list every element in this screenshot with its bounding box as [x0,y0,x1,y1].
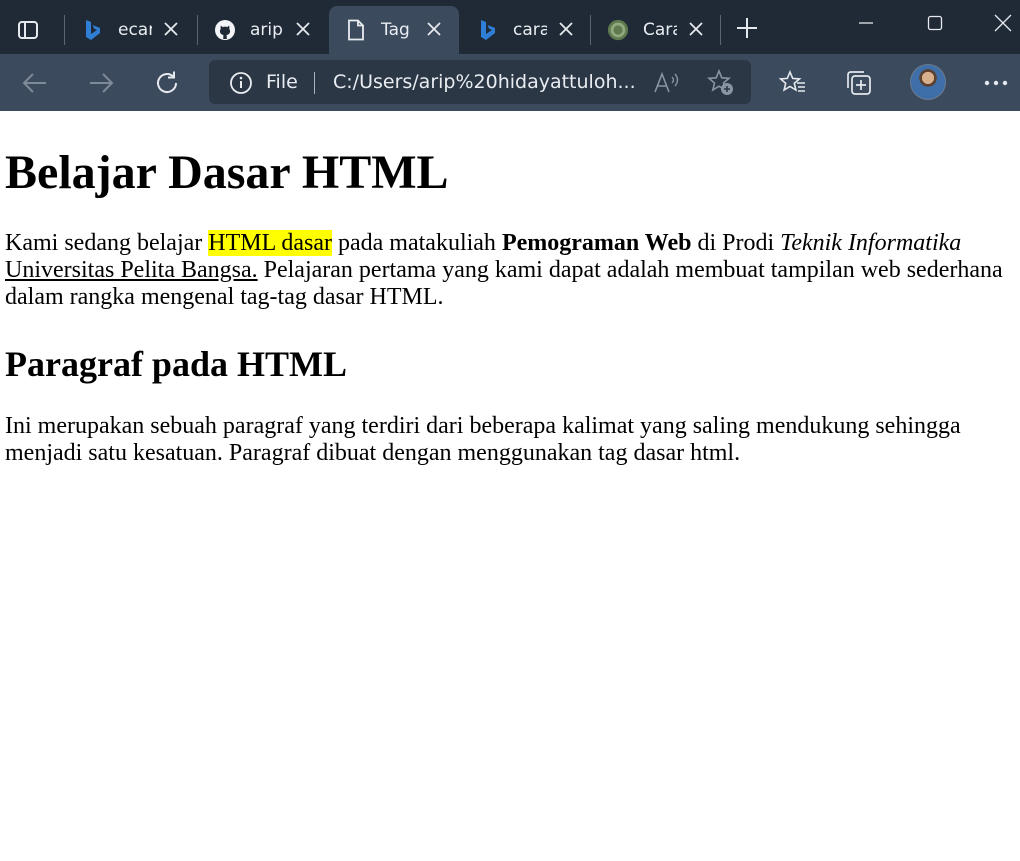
arrow-right-icon [90,73,114,93]
collections-icon [847,71,871,95]
tab-4[interactable]: cara [461,6,591,54]
tab-actions-button[interactable] [8,10,48,50]
close-icon[interactable] [425,20,443,38]
star-add-icon [707,69,733,95]
read-aloud-button[interactable] [652,68,682,98]
collections-button[interactable] [839,63,879,103]
tab-title: Tag [381,20,410,40]
minimize-icon [859,22,873,24]
tab-strip: ecar aripl Tag cara Car [0,0,1020,54]
tab-actions-icon [18,21,38,39]
tab-title: aripl [250,20,284,40]
close-icon[interactable] [557,20,575,38]
address-divider [314,72,315,94]
bing-icon [477,19,499,41]
close-icon [994,14,1012,32]
highlighted-text: HTML dasar [208,230,332,256]
back-button[interactable] [15,63,55,103]
underlined-text: Universitas Pelita Bangsa. [5,257,258,283]
section-heading: Paragraf pada HTML [5,344,347,384]
favorites-button[interactable] [773,63,813,103]
navigation-toolbar: File C:/Users/arip%20hidayattuloh... [0,54,1020,111]
bold-text: Pemograman Web [501,230,692,256]
github-icon [214,19,236,41]
intro-text: di Prodi [691,230,781,256]
intro-paragraph: Kami sedang belajar HTML dasar pada mata… [5,230,1015,311]
arrow-left-icon [22,73,46,93]
close-icon[interactable] [687,20,705,38]
more-icon [984,80,1008,86]
bing-icon [82,19,104,41]
tab-title: cara [513,20,547,40]
profile-avatar[interactable] [910,64,946,100]
info-icon[interactable] [229,71,253,95]
wikihow-icon [607,19,629,41]
tab-title: ecar [118,20,152,40]
close-icon[interactable] [162,20,180,38]
forward-button[interactable] [81,63,121,103]
page-title: Belajar Dasar HTML [5,146,449,199]
tab-5[interactable]: Cara [591,6,721,54]
tab-separator [64,15,65,45]
add-favorite-button[interactable] [706,68,736,98]
tab-separator [720,15,721,45]
intro-text: Kami sedang belajar [5,230,209,256]
address-bar[interactable]: File C:/Users/arip%20hidayattuloh... [209,60,751,104]
minimize-button[interactable] [846,8,886,38]
file-scheme-label: File [266,71,298,93]
tab-3-active[interactable]: Tag [329,6,459,54]
body-paragraph: Ini merupakan sebuah paragraf yang terdi… [5,413,961,466]
maximize-icon [927,15,943,31]
tab-2[interactable]: aripl [198,6,328,54]
refresh-icon [157,71,178,94]
read-aloud-icon [654,71,679,93]
plus-icon [737,18,757,38]
tab-title: Cara [643,20,677,40]
maximize-button[interactable] [915,8,955,38]
tab-1[interactable]: ecar [66,6,196,54]
refresh-button[interactable] [147,63,187,103]
favorites-icon [779,70,805,92]
intro-text: pada matakuliah [332,230,502,256]
page-icon [345,19,367,41]
close-icon[interactable] [294,20,312,38]
web-page-content: Belajar Dasar HTML Kami sedang belajar H… [0,111,1020,861]
new-tab-button[interactable] [733,14,761,42]
close-window-button[interactable] [983,8,1020,38]
italic-text: Teknik Informatika [780,230,962,256]
url-text[interactable]: C:/Users/arip%20hidayattuloh... [333,71,636,93]
more-menu-button[interactable] [976,63,1016,103]
